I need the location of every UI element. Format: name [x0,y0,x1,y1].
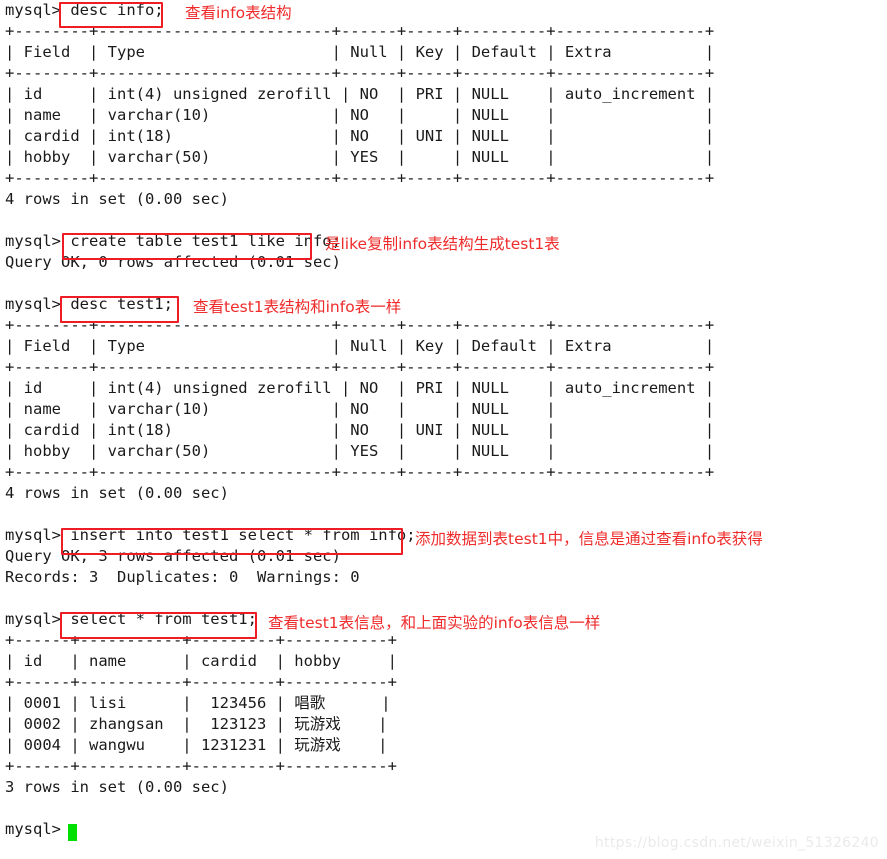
result-footer: 4 rows in set (0.00 sec) [5,190,229,208]
table-header-row: | id | name | cardid | hobby | [5,652,397,670]
table-row: | hobby | varchar(50) | YES | | NULL | | [5,442,715,460]
annotation-create-table: 是like复制info表结构生成test1表 [325,235,560,253]
table-row: | id | int(4) unsigned zerofill | NO | P… [5,379,715,397]
annotation-select: 查看test1表信息，和上面实验的info表信息一样 [268,614,601,632]
table-rule: +------+-----------+---------+----------… [5,673,397,691]
table-rule: +--------+-------------------------+----… [5,316,715,334]
table-header-row: | Field | Type | Null | Key | Default | … [5,43,715,61]
table-rule: +--------+-------------------------+----… [5,358,715,376]
table-row: | 0002 | zhangsan | 123123 | 玩游戏 | [5,715,388,733]
table-rule: +--------+-------------------------+----… [5,22,715,40]
watermark-text: https://blog.csdn.net/weixin_51326240 [594,835,879,851]
table-rule: +--------+-------------------------+----… [5,169,715,187]
table-row: | 0004 | wangwu | 1231231 | 玩游戏 | [5,736,388,754]
table-rule: +--------+-------------------------+----… [5,463,715,481]
records-status: Records: 3 Duplicates: 0 Warnings: 0 [5,568,360,586]
table-rule: +------+-----------+---------+----------… [5,757,397,775]
prompt-line-desc-info: mysql> desc info; [5,1,164,19]
table-row: | cardid | int(18) | NO | UNI | NULL | | [5,127,715,145]
table-row: | 0001 | lisi | 123456 | 唱歌 | [5,694,391,712]
annotation-desc-info: 查看info表结构 [185,4,292,22]
table-row: | id | int(4) unsigned zerofill | NO | P… [5,85,715,103]
table-row: | cardid | int(18) | NO | UNI | NULL | | [5,421,715,439]
table-rule: +--------+-------------------------+----… [5,64,715,82]
terminal-output: mysql> desc info; +--------+------------… [5,0,887,840]
annotation-desc-test1: 查看test1表结构和info表一样 [193,298,402,316]
table-row: | name | varchar(10) | NO | | NULL | | [5,106,715,124]
table-header-row: | Field | Type | Null | Key | Default | … [5,337,715,355]
query-status: Query OK, 0 rows affected (0.01 sec) [5,253,341,271]
terminal-cursor [68,824,77,841]
table-row: | name | varchar(10) | NO | | NULL | | [5,400,715,418]
annotation-insert: 添加数据到表test1中，信息是通过查看info表获得 [415,530,763,548]
result-footer: 4 rows in set (0.00 sec) [5,484,229,502]
table-row: | hobby | varchar(50) | YES | | NULL | | [5,148,715,166]
prompt-line-desc-test1: mysql> desc test1; [5,295,173,313]
result-footer: 3 rows in set (0.00 sec) [5,778,229,796]
